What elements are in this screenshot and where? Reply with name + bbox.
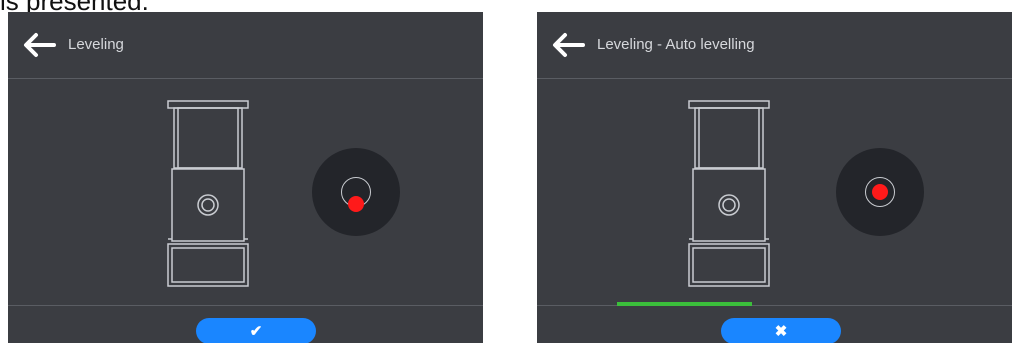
level-indicator xyxy=(312,148,400,236)
screen-title: Leveling xyxy=(68,36,124,53)
progress-fill xyxy=(617,302,753,306)
back-button[interactable] xyxy=(20,30,58,60)
close-icon: ✖ xyxy=(774,323,788,340)
footer-divider xyxy=(8,305,483,306)
arrow-left-icon xyxy=(553,33,585,57)
screen-title: Leveling - Auto levelling xyxy=(597,36,755,53)
level-bubble xyxy=(872,184,888,200)
arrow-left-icon xyxy=(24,33,56,57)
leveling-content xyxy=(537,79,1012,305)
level-bubble xyxy=(348,196,364,212)
auto-leveling-progress xyxy=(617,302,932,306)
checkmark-icon: ✔ xyxy=(249,323,263,340)
back-button[interactable] xyxy=(549,30,587,60)
scale-device-illustration xyxy=(167,100,249,287)
screen-header: Leveling xyxy=(8,12,483,79)
scale-device-illustration xyxy=(688,100,770,287)
leveling-content xyxy=(8,79,483,305)
screen-header: Leveling - Auto levelling xyxy=(537,12,1012,79)
leveling-screen: Leveling ✔ xyxy=(8,12,483,343)
level-indicator xyxy=(836,148,924,236)
confirm-button[interactable]: ✔ xyxy=(196,318,316,343)
cancel-button[interactable]: ✖ xyxy=(721,318,841,343)
auto-leveling-screen: Leveling - Auto levelling ✖ xyxy=(537,12,1012,343)
